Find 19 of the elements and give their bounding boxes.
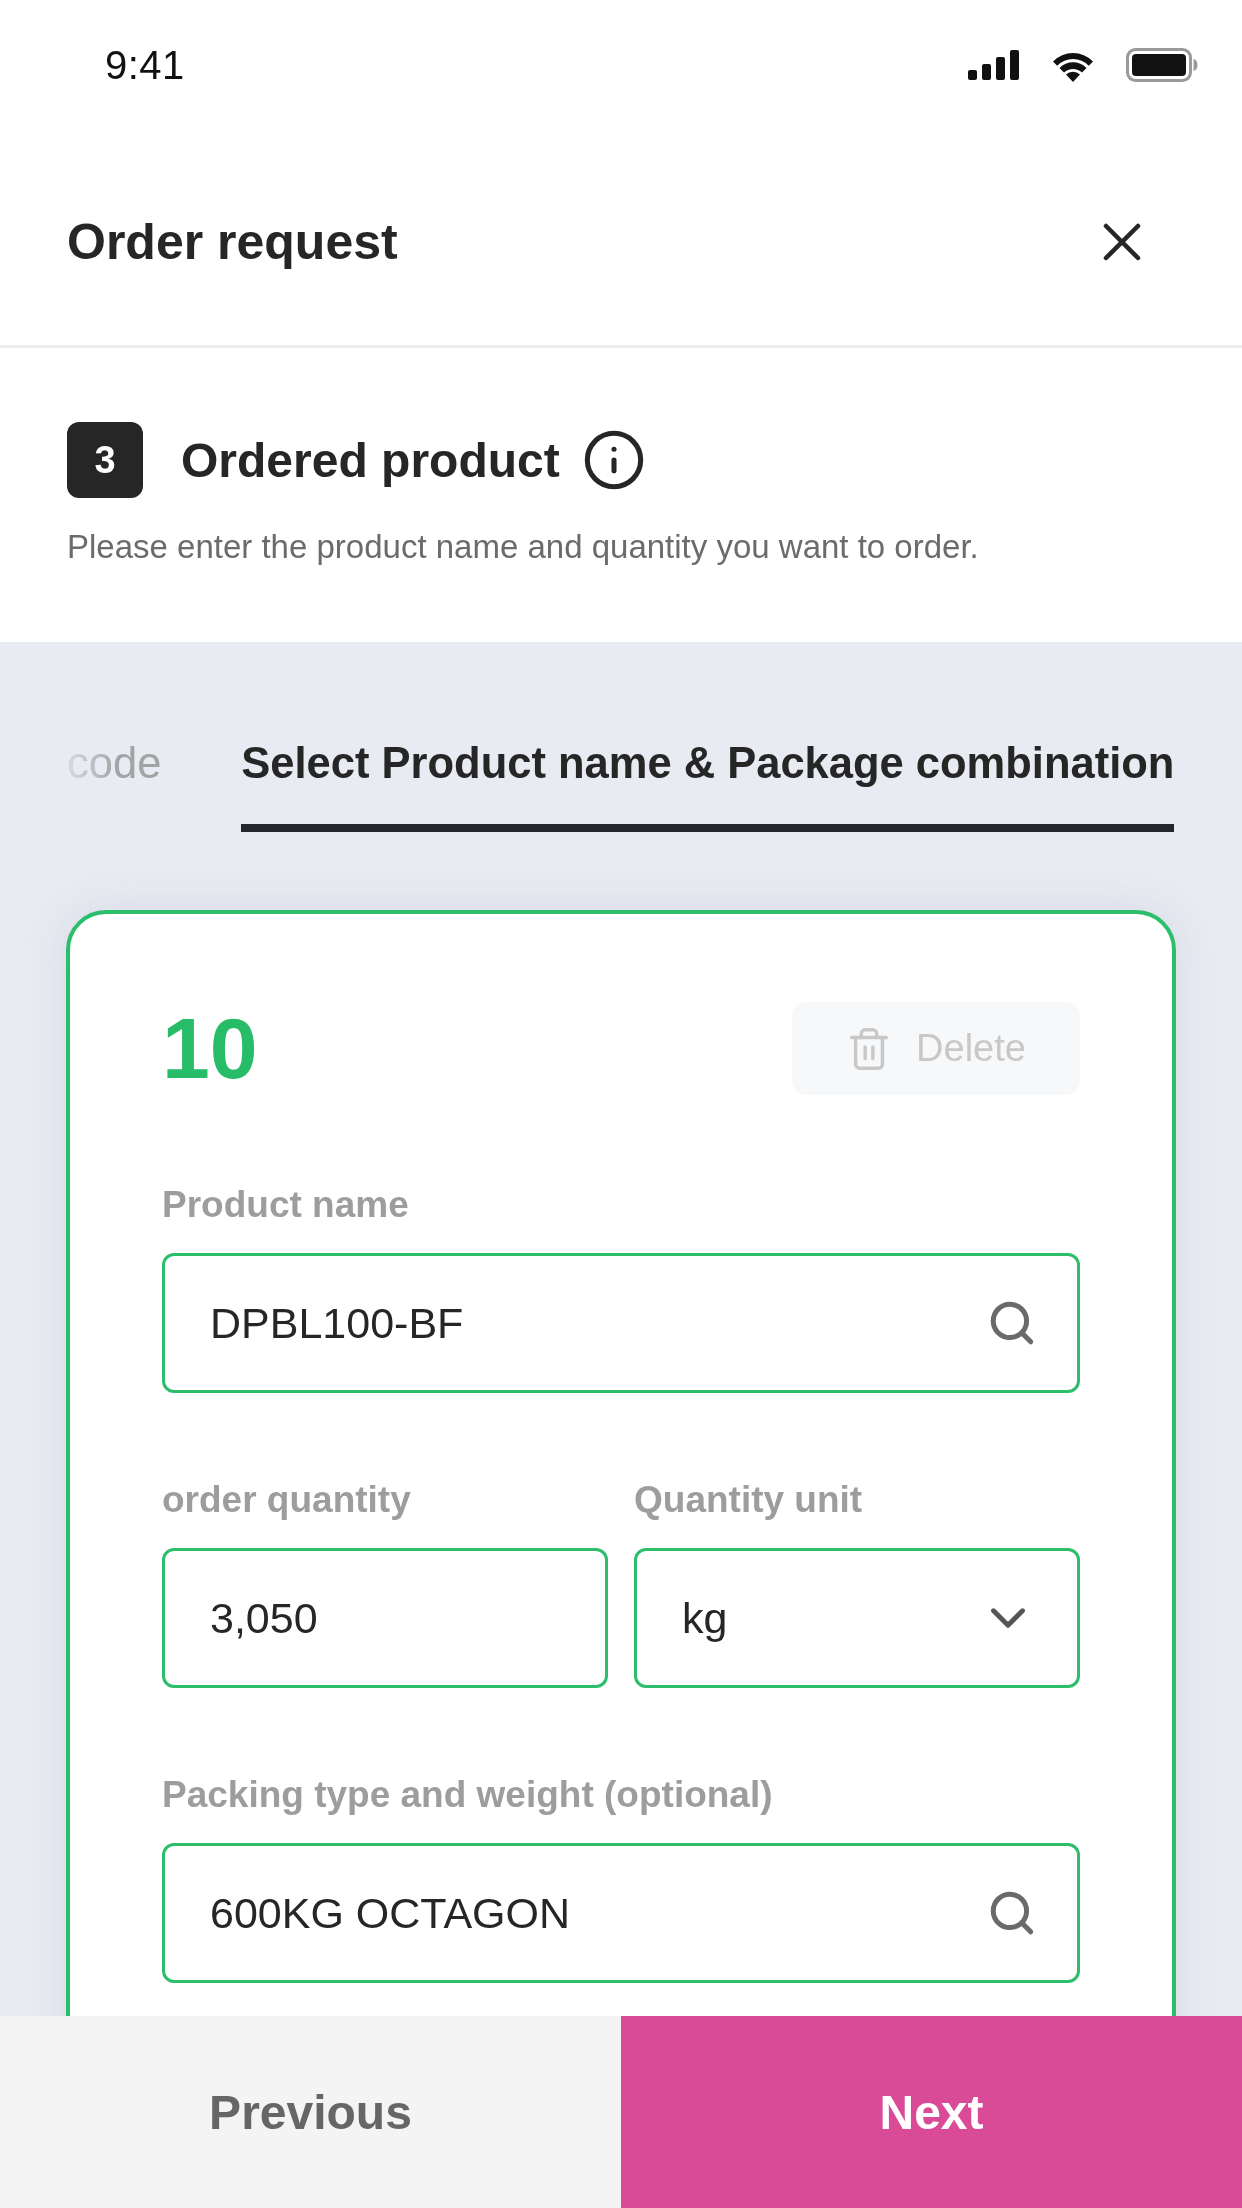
status-time: 9:41 [105, 42, 185, 88]
previous-button[interactable]: Previous [0, 2016, 621, 2208]
input-field[interactable]: 3,050 [162, 1548, 608, 1688]
step-badge: 3 [67, 422, 143, 498]
search-field[interactable]: DPBL100-BF [162, 1253, 1080, 1393]
field-label: Quantity unit [634, 1478, 864, 1522]
next-button[interactable]: Next [621, 2016, 1242, 2208]
field-label: Packing type and weight (optional) [162, 1773, 774, 1817]
item-number: 10 [162, 999, 258, 1098]
search-field[interactable]: 600KG OCTAGON [162, 1843, 1080, 1983]
battery-icon [1126, 48, 1198, 82]
page-title: Order request [67, 212, 398, 271]
dropdown[interactable]: kg [634, 1548, 1080, 1688]
section-title: Ordered product [181, 432, 560, 488]
tab[interactable]: Select Product name & Package combination [241, 739, 1175, 832]
section-description: Please enter the product name and quantity you want to order. [67, 528, 980, 566]
field-label: Product name [162, 1183, 410, 1227]
signal-icon [968, 50, 1020, 80]
field-label: order quantity [162, 1478, 412, 1522]
